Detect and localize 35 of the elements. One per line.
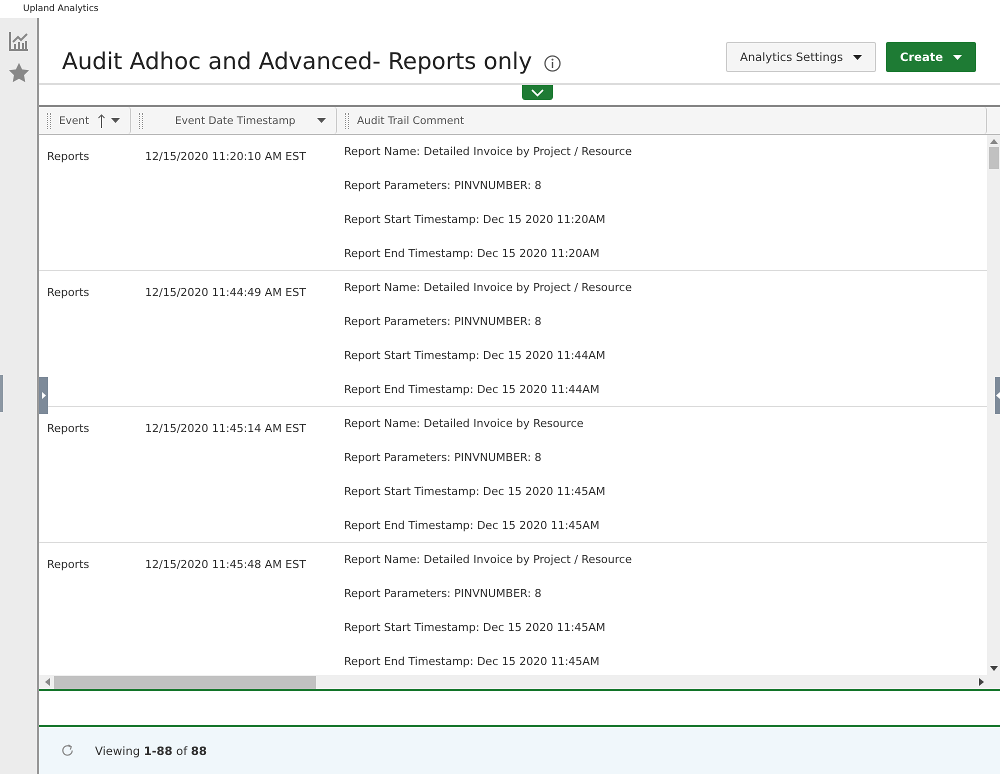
comment-line: Report Parameters: PINVNUMBER: 8 xyxy=(344,315,543,329)
app-title: Upland Analytics xyxy=(23,4,98,14)
comment-line: Report End Timestamp: Dec 15 2020 11:20AM xyxy=(344,247,600,261)
event-cell: Reports xyxy=(47,150,90,163)
comment-line: Report Start Timestamp: Dec 15 2020 11:44AM xyxy=(344,349,606,363)
column-header[interactable]: Event xyxy=(39,107,131,134)
column-header[interactable]: Audit Trail Comment xyxy=(337,107,987,134)
event-cell: Reports xyxy=(47,558,90,571)
event-cell: Reports xyxy=(47,286,90,299)
comment-line: Report Name: Detailed Invoice by Resource xyxy=(344,417,585,431)
create-button[interactable]: Create xyxy=(886,42,976,72)
comment-line: Report Parameters: PINVNUMBER: 8 xyxy=(344,587,543,601)
column-label: Event Date Timestamp xyxy=(175,114,296,126)
event-cell: Reports xyxy=(47,422,90,435)
comment-line: Report End Timestamp: Dec 15 2020 11:45AM xyxy=(344,655,600,669)
comment-line: Report End Timestamp: Dec 15 2020 11:44AM xyxy=(344,383,600,397)
timestamp-cell: 12/15/2020 11:20:10 AM EST xyxy=(145,150,306,163)
page-title: Audit Adhoc and Advanced- Reports only xyxy=(62,49,532,75)
comment-line: Report Name: Detailed Invoice by Project / Resource xyxy=(344,281,633,295)
timestamp-cell: 12/15/2020 11:44:49 AM EST xyxy=(145,286,306,299)
column-label: Audit Trail Comment xyxy=(357,114,464,126)
comment-line: Report Start Timestamp: Dec 15 2020 11:45AM xyxy=(344,621,606,635)
comment-line: Report Start Timestamp: Dec 15 2020 11:20AM xyxy=(344,213,606,227)
comment-line: Report Name: Detailed Invoice by Project / Resource xyxy=(344,553,633,567)
comment-line: Report Parameters: PINVNUMBER: 8 xyxy=(344,179,543,193)
comment-line: Report Start Timestamp: Dec 15 2020 11:45AM xyxy=(344,485,606,499)
column-header[interactable]: Event Date Timestamp xyxy=(131,107,337,134)
settings-button[interactable]: Analytics Settings xyxy=(726,42,876,72)
comment-line: Report Parameters: PINVNUMBER: 8 xyxy=(344,451,543,465)
record-count: Viewing 1-88 of 88 xyxy=(95,744,207,758)
timestamp-cell: 12/15/2020 11:45:48 AM EST xyxy=(145,558,306,571)
column-label: Event xyxy=(59,114,90,126)
comment-line: Report Name: Detailed Invoice by Project / Resource xyxy=(344,145,633,159)
timestamp-cell: 12/15/2020 11:45:14 AM EST xyxy=(145,422,306,435)
comment-line: Report End Timestamp: Dec 15 2020 11:45AM xyxy=(344,519,600,533)
